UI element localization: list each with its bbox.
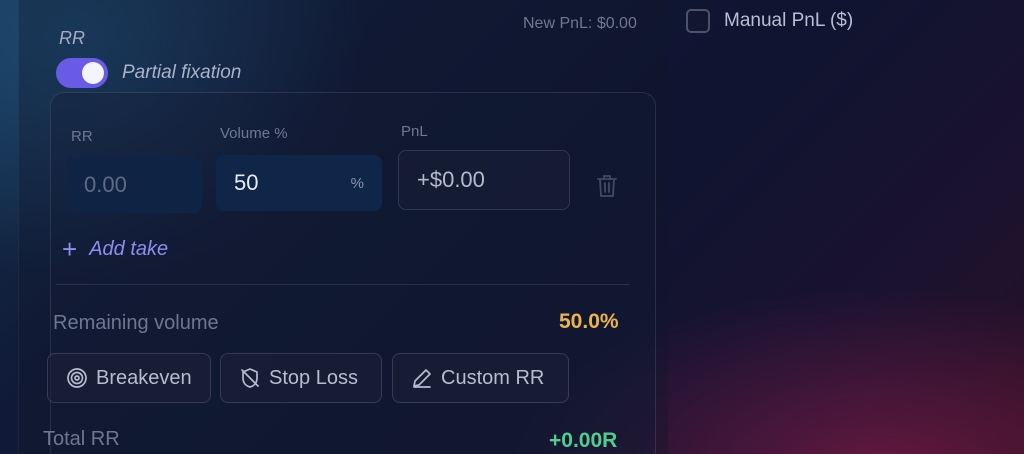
- partial-fixation-label: Partial fixation: [122, 62, 242, 83]
- remaining-volume-label: Remaining volume: [53, 312, 219, 334]
- pnl-field: +$0.00: [398, 150, 570, 210]
- volume-unit: %: [350, 174, 364, 192]
- add-take-button[interactable]: + Add take: [62, 236, 168, 262]
- partial-fixation-toggle[interactable]: [56, 58, 108, 88]
- manual-pnl-option[interactable]: Manual PnL ($): [686, 9, 853, 33]
- add-take-label: Add take: [89, 237, 169, 260]
- breakeven-label: Breakeven: [96, 366, 192, 389]
- rr-input-placeholder: 0.00: [84, 172, 127, 197]
- shield-off-icon: [239, 367, 261, 389]
- pnl-column-label: PnL: [401, 123, 428, 140]
- custom-rr-label: Custom RR: [441, 366, 545, 389]
- custom-rr-button[interactable]: Custom RR: [392, 353, 569, 403]
- toggle-knob: [82, 62, 104, 84]
- volume-column-label: Volume %: [220, 125, 288, 142]
- volume-input[interactable]: 50 %: [216, 155, 382, 211]
- remaining-volume-value: 50.0%: [559, 310, 619, 333]
- stop-loss-button[interactable]: Stop Loss: [220, 353, 382, 403]
- rr-column-label: RR: [71, 128, 93, 145]
- pencil-icon: [411, 367, 433, 389]
- rr-section-label: RR: [59, 28, 85, 48]
- manual-pnl-checkbox[interactable]: [686, 9, 710, 33]
- manual-pnl-label: Manual PnL ($): [724, 10, 854, 31]
- partial-fixation-row: Partial fixation: [56, 58, 241, 88]
- stop-loss-label: Stop Loss: [269, 366, 358, 389]
- target-icon: [66, 367, 88, 389]
- volume-input-value: 50: [234, 170, 259, 195]
- breakeven-button[interactable]: Breakeven: [47, 353, 211, 403]
- total-rr-label: Total RR: [43, 428, 120, 450]
- pnl-value: +$0.00: [417, 167, 485, 192]
- plus-icon: +: [62, 234, 78, 264]
- rr-input[interactable]: 0.00: [66, 157, 202, 213]
- total-rr-value: +0.00R: [549, 429, 618, 452]
- trash-icon[interactable]: [596, 173, 618, 199]
- new-pnl-text: New PnL: $0.00: [523, 15, 637, 32]
- divider: [56, 284, 630, 285]
